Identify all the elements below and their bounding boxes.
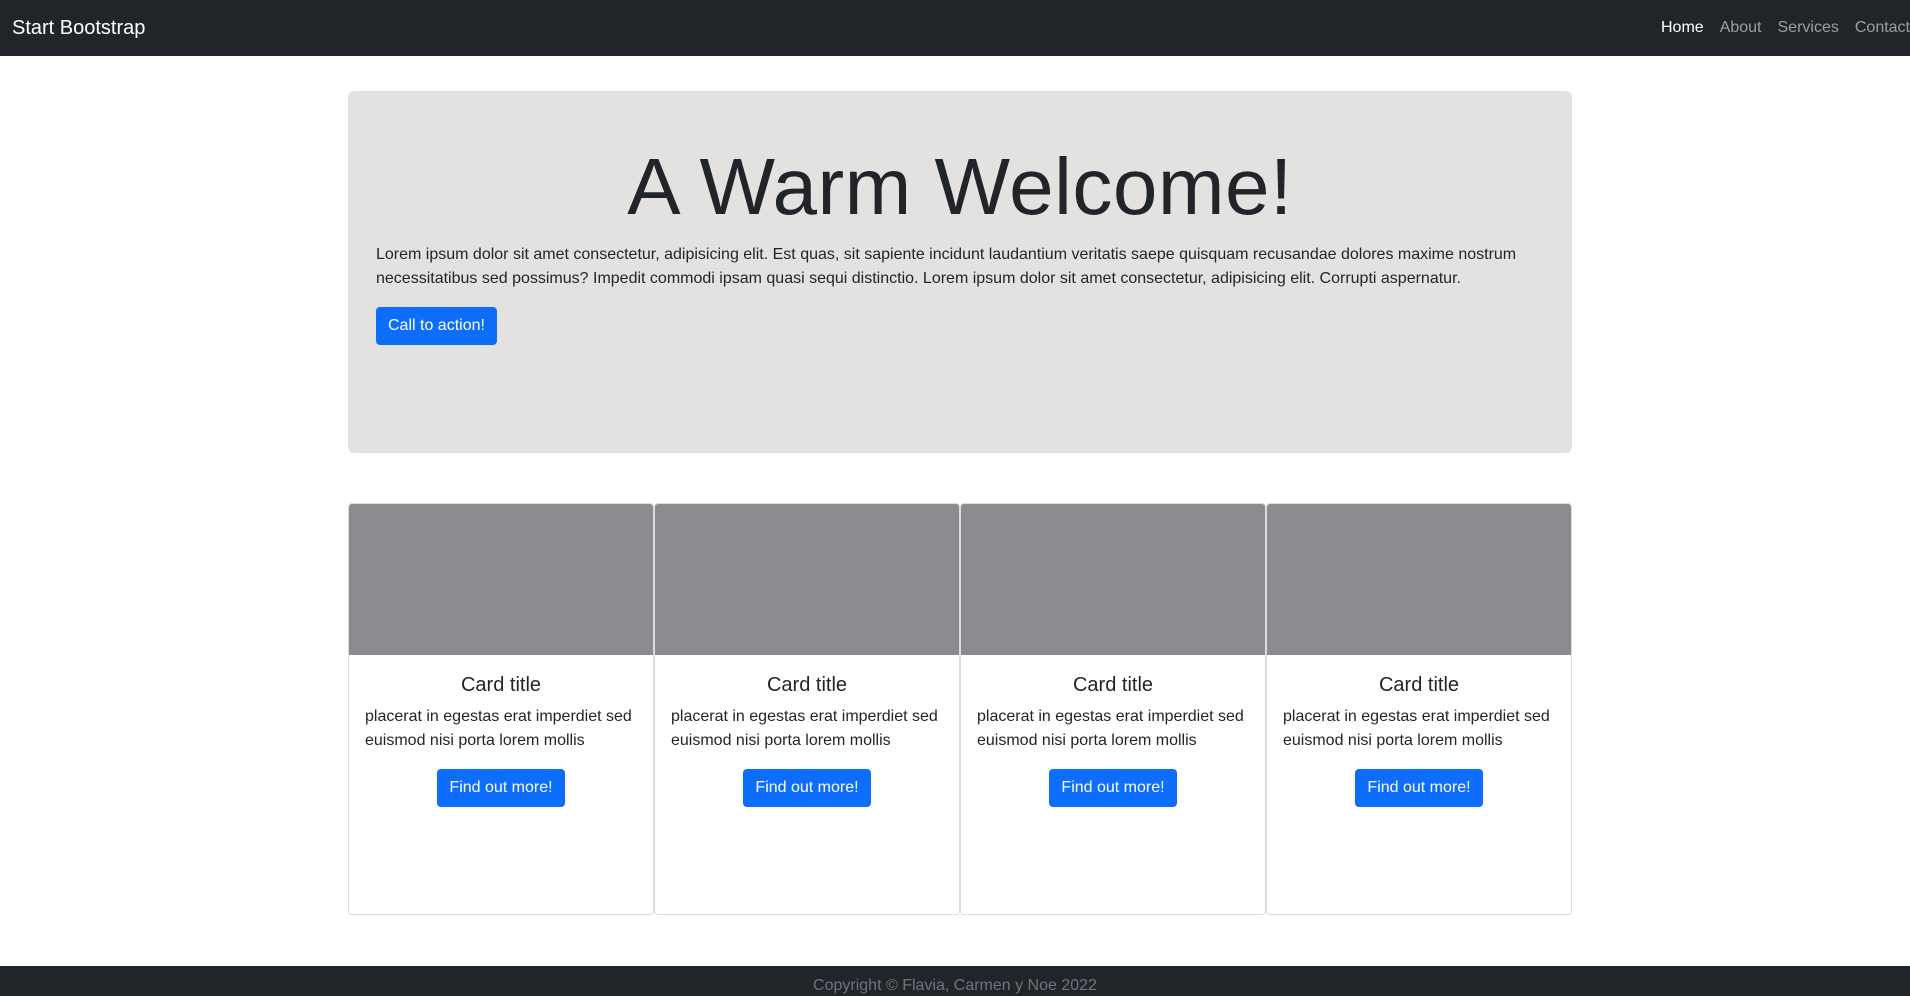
feature-card: Card title placerat in egestas erat impe… <box>960 503 1266 915</box>
card-title: Card title <box>1072 674 1154 696</box>
brand-link[interactable]: Start Bootstrap <box>12 16 145 40</box>
card-title: Card title <box>766 674 848 696</box>
copyright-text: Copyright © Flavia, Carmen y Noe 2022 <box>813 977 1097 994</box>
card-body: Card title placerat in egestas erat impe… <box>961 655 1265 807</box>
nav-links: Home About Services Contact <box>1661 18 1910 38</box>
nav-link-services[interactable]: Services <box>1778 18 1839 38</box>
feature-card: Card title placerat in egestas erat impe… <box>1266 503 1572 915</box>
page-footer: Copyright © Flavia, Carmen y Noe 2022 <box>0 966 1910 996</box>
card-body: Card title placerat in egestas erat impe… <box>655 655 959 807</box>
card-text: placerat in egestas erat imperdiet sed e… <box>365 708 632 749</box>
find-out-more-button[interactable]: Find out more! <box>437 769 565 807</box>
card-text: placerat in egestas erat imperdiet sed e… <box>1283 708 1550 749</box>
card-text: placerat in egestas erat imperdiet sed e… <box>977 708 1244 749</box>
nav-link-contact[interactable]: Contact <box>1855 18 1910 38</box>
hero-text: Lorem ipsum dolor sit amet consectetur, … <box>376 246 1517 287</box>
hero-jumbotron: A Warm Welcome! Lorem ipsum dolor sit am… <box>348 91 1572 453</box>
nav-link-about[interactable]: About <box>1720 18 1762 38</box>
card-text: placerat in egestas erat imperdiet sed e… <box>671 708 938 749</box>
call-to-action-button[interactable]: Call to action! <box>376 307 497 345</box>
card-image-placeholder <box>655 504 959 655</box>
feature-card: Card title placerat in egestas erat impe… <box>348 503 654 915</box>
card-title: Card title <box>1378 674 1460 696</box>
card-body: Card title placerat in egestas erat impe… <box>1267 655 1571 807</box>
find-out-more-button[interactable]: Find out more! <box>1355 769 1483 807</box>
card-image-placeholder <box>1267 504 1571 655</box>
nav-link-home[interactable]: Home <box>1661 18 1704 38</box>
card-title: Card title <box>460 674 542 696</box>
hero-title: A Warm Welcome! <box>627 142 1293 231</box>
card-image-placeholder <box>349 504 653 655</box>
card-body: Card title placerat in egestas erat impe… <box>349 655 653 807</box>
card-row: Card title placerat in egestas erat impe… <box>348 503 1572 915</box>
find-out-more-button[interactable]: Find out more! <box>1049 769 1177 807</box>
top-navbar: Start Bootstrap Home About Services Cont… <box>0 0 1910 56</box>
card-image-placeholder <box>961 504 1265 655</box>
feature-card: Card title placerat in egestas erat impe… <box>654 503 960 915</box>
find-out-more-button[interactable]: Find out more! <box>743 769 871 807</box>
